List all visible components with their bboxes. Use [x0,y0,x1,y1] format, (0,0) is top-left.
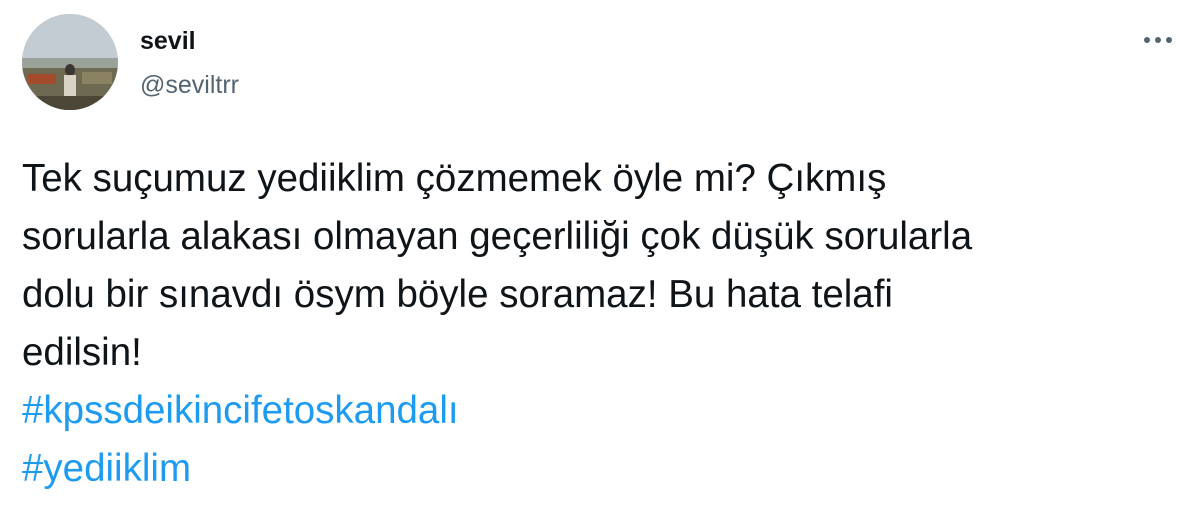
more-horizontal-icon [1155,37,1161,43]
tweet-text-line: edilsin! [22,331,142,374]
user-info: sevil @seviltrr [140,26,239,100]
tweet-text-line: Tek suçumuz yediiklim çözmemek öyle mi? … [22,157,887,200]
tweet-card: sevil @seviltrr Tek suçumuz yediiklim çö… [0,0,1200,511]
avatar[interactable] [22,14,118,110]
more-horizontal-icon [1144,37,1150,43]
tweet-text-line: sorularla alakası olmayan geçerliliği ço… [22,215,973,258]
hashtag-link[interactable]: #kpssdeikincifetoskandalı [22,382,1192,440]
tweet-text: Tek suçumuz yediiklim çözmemek öyle mi? … [22,150,1192,498]
display-name[interactable]: sevil [140,26,239,56]
more-horizontal-icon [1166,37,1172,43]
user-handle[interactable]: @seviltrr [140,70,239,100]
tweet-text-line: dolu bir sınavdı ösym böyle soramaz! Bu … [22,273,893,316]
more-options-button[interactable] [1136,22,1180,58]
hashtag-link[interactable]: #yediiklim [22,440,1192,498]
avatar-photo [22,14,118,110]
